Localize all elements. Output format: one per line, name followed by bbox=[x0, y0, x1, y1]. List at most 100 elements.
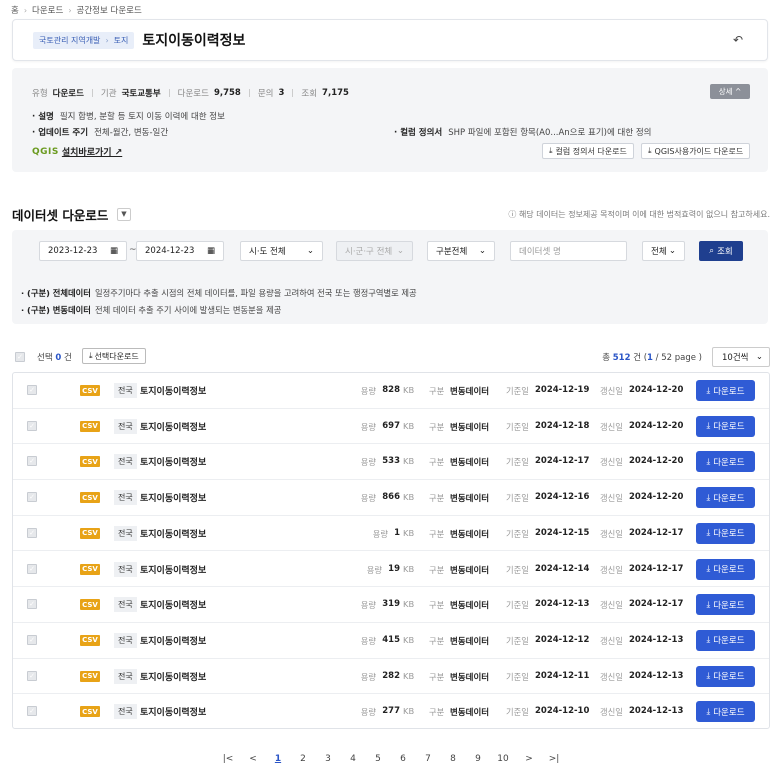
page-6-button[interactable]: 6 bbox=[396, 754, 410, 764]
row-checkbox[interactable]: ✓ bbox=[27, 456, 37, 467]
region-tag: 전국 bbox=[114, 597, 137, 613]
row-checkbox[interactable]: ✓ bbox=[27, 706, 37, 717]
size-value: 19 bbox=[388, 563, 400, 574]
prev-page-button[interactable]: < bbox=[246, 754, 260, 764]
calendar-icon[interactable]: ▦ bbox=[207, 246, 215, 256]
date-from-input[interactable]: 2023-12-23 ▦ bbox=[39, 241, 127, 261]
total-count-value: 512 bbox=[612, 353, 631, 363]
size-label: 용량 bbox=[360, 671, 376, 682]
base-date-value: 2024-12-19 bbox=[535, 385, 590, 395]
select-all-checkbox[interactable]: ✓ bbox=[15, 352, 25, 362]
page-9-button[interactable]: 9 bbox=[471, 754, 485, 764]
per-page-select[interactable]: 10건씩 ⌄ bbox=[712, 347, 770, 367]
base-date-label: 기준일 bbox=[506, 386, 529, 396]
download-button[interactable]: ⤓ 다운로드 bbox=[696, 380, 755, 401]
search-button[interactable]: ⌕ 조회 bbox=[699, 241, 743, 261]
base-date-label: 기준일 bbox=[506, 457, 529, 468]
row-checkbox[interactable]: ✓ bbox=[27, 527, 37, 538]
downloads-label: 다운로드 bbox=[177, 89, 209, 99]
base-date-value: 2024-12-14 bbox=[535, 563, 590, 574]
sido-value: 시·도 전체 bbox=[249, 247, 286, 257]
download-button[interactable]: ⤓ 다운로드 bbox=[696, 558, 755, 580]
column-def-download-button[interactable]: ⤓ 컬럼 정의서 다운로드 bbox=[542, 143, 634, 159]
size-label: 용량 bbox=[360, 386, 376, 396]
download-button[interactable]: ⤓ 다운로드 bbox=[696, 451, 755, 473]
base-date-label: 기준일 bbox=[506, 671, 529, 682]
download-button[interactable]: ⤓ 다운로드 bbox=[696, 701, 755, 723]
download-icon: ⤓ bbox=[706, 671, 711, 682]
per-page-value: 10건씩 bbox=[722, 353, 749, 363]
qgis-install-link[interactable]: QGIS 설치바로가기 ↗ bbox=[32, 145, 122, 159]
table-row: ✓ CSV 전국 토지이동이력정보 용량 1 KB 구분 변동데이터 기준일 2… bbox=[13, 516, 769, 552]
qgis-guide-download-label: QGIS사용가이드 다운로드 bbox=[654, 146, 744, 156]
dataset-name-input[interactable]: 데이터셋 명 bbox=[510, 241, 627, 261]
download-button-label: 다운로드 bbox=[713, 386, 745, 397]
select-download-button[interactable]: ⤓ 선택다운로드 bbox=[82, 348, 146, 364]
base-date-label: 기준일 bbox=[506, 528, 529, 539]
sigungu-select[interactable]: 시·군·구 전체 ⌄ bbox=[336, 241, 413, 261]
region-tag: 전국 bbox=[114, 668, 137, 684]
download-button[interactable]: ⤓ 다운로드 bbox=[696, 415, 755, 437]
chevron-down-icon[interactable]: ▼ bbox=[117, 208, 131, 221]
qgis-link-text[interactable]: 설치바로가기 ↗ bbox=[62, 145, 122, 158]
gubun-label: 구분 bbox=[429, 457, 445, 468]
legal-notice: ⓘ 해당 데이터는 정보제공 목적이며 이에 대한 법적효력이 없으니 참고하세… bbox=[508, 210, 770, 219]
table-row: ✓ CSV 전국 토지이동이력정보 용량 319 KB 구분 변동데이터 기준일… bbox=[13, 587, 769, 623]
row-checkbox[interactable]: ✓ bbox=[27, 563, 37, 574]
breadcrumb-spatial[interactable]: 공간정보 다운로드 bbox=[77, 4, 142, 16]
page-8-button[interactable]: 8 bbox=[446, 754, 460, 764]
page-5-button[interactable]: 5 bbox=[371, 754, 385, 764]
calendar-icon[interactable]: ▦ bbox=[110, 246, 118, 256]
update-date-value: 2024-12-13 bbox=[629, 634, 684, 645]
base-date-value: 2024-12-10 bbox=[535, 706, 590, 717]
breadcrumb-home[interactable]: 홈 bbox=[11, 4, 19, 16]
download-button[interactable]: ⤓ 다운로드 bbox=[696, 594, 755, 616]
sido-select[interactable]: 시·도 전체 ⌄ bbox=[240, 241, 323, 261]
row-checkbox[interactable]: ✓ bbox=[27, 420, 37, 431]
scope-select[interactable]: 전체 ⌄ bbox=[642, 241, 685, 261]
page-10-button[interactable]: 10 bbox=[496, 754, 510, 764]
table-row: ✓ CSV 전국 토지이동이력정보 용량 866 KB 구분 변동데이터 기준일… bbox=[13, 480, 769, 516]
update-cycle-line: · 업데이트 주기 전체-월간, 변동-일간 bbox=[32, 126, 168, 138]
download-button[interactable]: ⤓ 다운로드 bbox=[696, 629, 755, 651]
page-title: 토지이동이력정보 bbox=[142, 33, 246, 49]
dataset-name: 토지이동이력정보 bbox=[140, 494, 207, 505]
page-3-button[interactable]: 3 bbox=[321, 754, 335, 764]
table-row: ✓ CSV 전국 토지이동이력정보 용량 415 KB 구분 변동데이터 기준일… bbox=[13, 623, 769, 659]
qgis-guide-download-button[interactable]: ⤓ QGIS사용가이드 다운로드 bbox=[641, 143, 751, 159]
row-checkbox[interactable]: ✓ bbox=[27, 599, 37, 610]
dataset-name: 토지이동이력정보 bbox=[140, 708, 207, 719]
row-checkbox[interactable]: ✓ bbox=[27, 670, 37, 681]
search-icon: ⌕ bbox=[709, 246, 715, 256]
first-page-button[interactable]: |< bbox=[221, 754, 235, 764]
download-button[interactable]: ⤓ 다운로드 bbox=[696, 522, 755, 544]
size-unit: KB bbox=[403, 492, 415, 503]
page-7-button[interactable]: 7 bbox=[421, 754, 435, 764]
last-page-button[interactable]: >| bbox=[547, 754, 561, 764]
base-date-value: 2024-12-18 bbox=[535, 420, 590, 431]
update-date-value: 2024-12-13 bbox=[629, 670, 684, 681]
description-label: · 설명 bbox=[32, 112, 54, 122]
row-checkbox[interactable]: ✓ bbox=[27, 492, 37, 503]
page-1-button[interactable]: 1 bbox=[271, 754, 285, 764]
row-checkbox[interactable]: ✓ bbox=[27, 634, 37, 645]
download-button[interactable]: ⤓ 다운로드 bbox=[696, 487, 755, 509]
gubun-select[interactable]: 구분전체 ⌄ bbox=[427, 241, 495, 261]
select-download-label: 선택다운로드 bbox=[94, 351, 139, 361]
update-date-value: 2024-12-20 bbox=[629, 492, 684, 503]
row-checkbox[interactable]: ✓ bbox=[27, 385, 37, 395]
date-to-input[interactable]: 2024-12-23 ▦ bbox=[136, 241, 224, 261]
gubun-label: 구분 bbox=[429, 386, 445, 396]
update-date-label: 갱신일 bbox=[600, 600, 623, 611]
back-icon[interactable]: ↶ bbox=[731, 33, 745, 47]
next-page-button[interactable]: > bbox=[522, 754, 536, 764]
page-2-button[interactable]: 2 bbox=[296, 754, 310, 764]
detail-toggle-button[interactable]: 상세 ^ bbox=[710, 84, 750, 99]
download-button[interactable]: ⤓ 다운로드 bbox=[696, 665, 755, 687]
page-4-button[interactable]: 4 bbox=[346, 754, 360, 764]
breadcrumb-download[interactable]: 다운로드 bbox=[32, 4, 63, 16]
gubun-value: 변동데이터 bbox=[450, 565, 490, 576]
dataset-name: 토지이동이력정보 bbox=[140, 387, 207, 397]
region-tag: 전국 bbox=[114, 632, 137, 648]
note-full-value: 일정주기마다 추출 시점의 전체 데이터를, 파일 용량을 고려하여 전국 또는… bbox=[94, 288, 417, 298]
